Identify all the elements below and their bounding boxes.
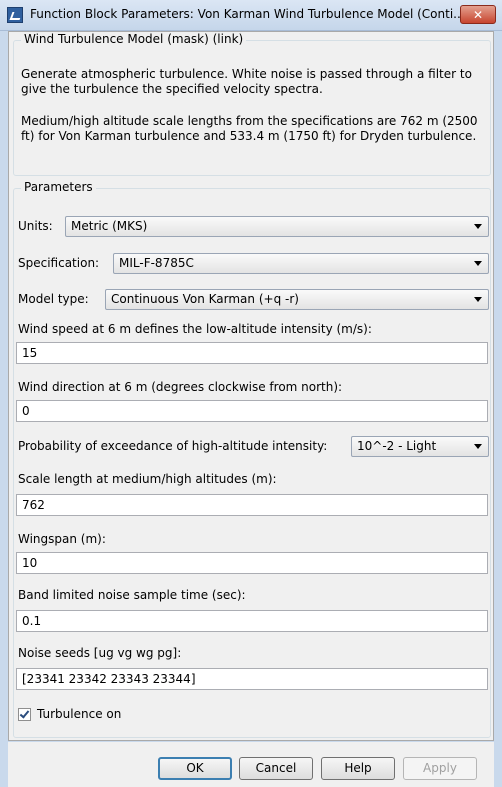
chevron-down-icon [474, 224, 482, 229]
chevron-down-icon [474, 444, 482, 449]
ok-button[interactable]: OK [158, 757, 232, 780]
noise-seeds-label: Noise seeds [ug vg wg pg]: [18, 646, 182, 660]
model-type-value: Continuous Von Karman (+q -r) [111, 292, 299, 306]
window-title: Function Block Parameters: Von Karman Wi… [30, 7, 465, 21]
mask-description-2: Medium/high altitude scale lengths from … [21, 114, 478, 143]
button-bar: OK Cancel Help Apply [8, 742, 494, 787]
wind-speed-input[interactable]: 15 [16, 342, 488, 364]
wind-speed-label: Wind speed at 6 m defines the low-altitu… [18, 322, 372, 336]
probability-dropdown[interactable]: 10^-2 - Light [351, 436, 489, 457]
units-label: Units: [18, 219, 53, 233]
units-value: Metric (MKS) [71, 219, 148, 233]
dialog-content: Wind Turbulence Model (mask) (link) Gene… [8, 31, 494, 741]
cancel-button[interactable]: Cancel [239, 757, 313, 780]
specification-value: MIL-F-8785C [119, 256, 194, 270]
close-button[interactable]: ✕ [460, 5, 496, 24]
units-dropdown[interactable]: Metric (MKS) [65, 216, 489, 237]
chevron-down-icon [474, 297, 482, 302]
wind-direction-input[interactable]: 0 [16, 400, 488, 422]
scale-length-label: Scale length at medium/high altitudes (m… [18, 472, 277, 486]
close-icon: ✕ [472, 8, 484, 22]
turbulence-on-label: Turbulence on [37, 707, 122, 721]
wingspan-input[interactable]: 10 [16, 552, 488, 574]
band-limited-input[interactable]: 0.1 [16, 610, 488, 632]
probability-label: Probability of exceedance of high-altitu… [18, 439, 328, 453]
title-bar[interactable]: Function Block Parameters: Von Karman Wi… [0, 0, 502, 31]
specification-dropdown[interactable]: MIL-F-8785C [113, 253, 489, 274]
band-limited-label: Band limited noise sample time (sec): [18, 588, 246, 602]
parameters-legend: Parameters [21, 180, 96, 194]
wind-direction-label: Wind direction at 6 m (degrees clockwise… [18, 380, 343, 394]
mask-description-1: Generate atmospheric turbulence. White n… [21, 67, 472, 96]
turbulence-on-checkbox[interactable] [18, 708, 31, 721]
probability-value: 10^-2 - Light [357, 439, 437, 453]
simulink-app-icon [7, 7, 23, 23]
model-type-dropdown[interactable]: Continuous Von Karman (+q -r) [105, 289, 489, 310]
mask-legend: Wind Turbulence Model (mask) (link) [21, 32, 247, 46]
noise-seeds-input[interactable]: [23341 23342 23343 23344] [16, 668, 488, 690]
scale-length-input[interactable]: 762 [16, 494, 488, 516]
mask-description-group [13, 40, 491, 176]
wingspan-label: Wingspan (m): [18, 532, 106, 546]
specification-label: Specification: [18, 256, 100, 270]
model-type-label: Model type: [18, 292, 89, 306]
apply-button[interactable]: Apply [403, 757, 477, 780]
chevron-down-icon [474, 261, 482, 266]
help-button[interactable]: Help [321, 757, 395, 780]
